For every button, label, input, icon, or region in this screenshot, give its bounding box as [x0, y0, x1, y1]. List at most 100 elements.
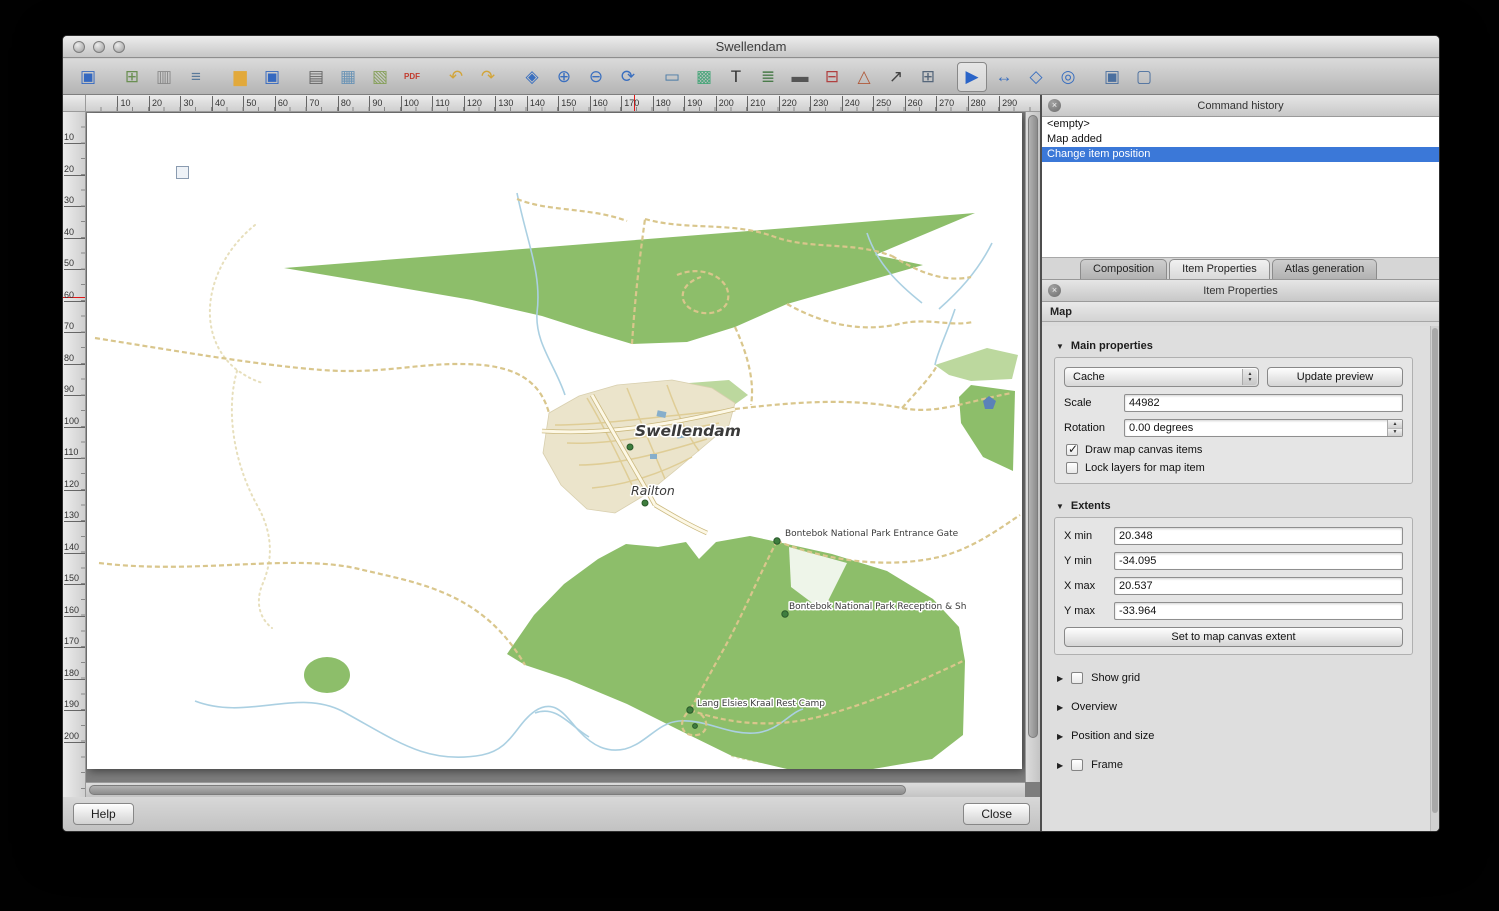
- tab-item-properties[interactable]: Item Properties: [1169, 259, 1270, 279]
- new-composition-button[interactable]: ⊞: [117, 62, 147, 92]
- add-basic-shape-button[interactable]: △: [849, 62, 879, 92]
- vruler-mark-130: 130: [64, 509, 85, 522]
- vertical-scrollbar[interactable]: [1025, 112, 1040, 782]
- chevron-right-icon[interactable]: ▶: [1057, 761, 1063, 770]
- chevron-down-icon[interactable]: ▼: [1056, 502, 1064, 511]
- add-label-button[interactable]: T: [721, 62, 751, 92]
- set-to-map-canvas-extent-button[interactable]: Set to map canvas extent: [1064, 627, 1403, 647]
- export-as-image-button[interactable]: ▦: [333, 62, 363, 92]
- select-move-item-icon: ▶: [965, 68, 978, 85]
- hruler-mark-280: 280: [968, 96, 986, 111]
- chevron-right-icon[interactable]: ▶: [1057, 732, 1063, 741]
- help-button[interactable]: Help: [73, 803, 134, 825]
- panel-scrollbar[interactable]: [1430, 326, 1439, 831]
- hruler-mark-80: 80: [338, 96, 351, 111]
- tab-composition[interactable]: Composition: [1080, 259, 1167, 279]
- zoom-out-button[interactable]: ⊖: [581, 62, 611, 92]
- extent-input-x-max[interactable]: [1114, 577, 1403, 595]
- extent-input-x-min[interactable]: [1114, 527, 1403, 545]
- panel-tabs: CompositionItem PropertiesAtlas generati…: [1042, 258, 1439, 280]
- lock-items-button[interactable]: ▢: [1129, 62, 1159, 92]
- checkbox[interactable]: [1071, 759, 1083, 771]
- add-legend-button[interactable]: ≣: [753, 62, 783, 92]
- add-arrow-button[interactable]: ↗: [881, 62, 911, 92]
- horizontal-scrollbar[interactable]: [86, 782, 1025, 797]
- section-overview[interactable]: ▶Overview: [1057, 701, 1427, 713]
- save-as-template-icon: ▣: [264, 68, 280, 85]
- add-image-button[interactable]: ▩: [689, 62, 719, 92]
- add-scalebar-button[interactable]: ▬: [785, 62, 815, 92]
- refresh-view-button[interactable]: ⟳: [613, 62, 643, 92]
- add-attribute-table-button[interactable]: ⊞: [913, 62, 943, 92]
- history-item[interactable]: <empty>: [1042, 117, 1439, 132]
- horizontal-scrollbar-thumb[interactable]: [89, 785, 906, 795]
- composition-canvas[interactable]: Swellendam Railton Bontebok National Par…: [86, 112, 1040, 797]
- composition-manager-button[interactable]: ≡: [181, 62, 211, 92]
- hruler-mark-150: 150: [558, 96, 576, 111]
- titlebar[interactable]: Swellendam: [63, 36, 1439, 58]
- export-as-pdf-button[interactable]: PDF: [397, 62, 427, 92]
- chevron-down-icon[interactable]: ▼: [1056, 342, 1064, 351]
- duplicate-composition-button[interactable]: ▥: [149, 62, 179, 92]
- horizontal-ruler: 1020304050607080901001101201301401501601…: [86, 95, 1040, 112]
- section-show-grid[interactable]: ▶Show grid: [1057, 672, 1427, 684]
- close-window-button[interactable]: [73, 41, 85, 53]
- vertical-scrollbar-thumb[interactable]: [1028, 115, 1038, 738]
- map-item-preview[interactable]: Swellendam Railton Bontebok National Par…: [87, 113, 1022, 769]
- close-properties-icon[interactable]: ×: [1048, 284, 1061, 297]
- save-as-template-button[interactable]: ▣: [257, 62, 287, 92]
- section-position-and-size[interactable]: ▶Position and size: [1057, 730, 1427, 742]
- extent-label: X max: [1064, 580, 1106, 592]
- extent-input-y-min[interactable]: [1114, 552, 1403, 570]
- select-move-item-button[interactable]: ▶: [957, 62, 987, 92]
- move-item-content-button[interactable]: ↔: [989, 62, 1019, 92]
- section-label: Frame: [1091, 759, 1123, 771]
- zoom-to-item-button[interactable]: ◎: [1053, 62, 1083, 92]
- save-project-button[interactable]: ▣: [73, 62, 103, 92]
- scale-input[interactable]: [1124, 394, 1403, 412]
- checkbox[interactable]: [1071, 672, 1083, 684]
- undo-button[interactable]: ↶: [441, 62, 471, 92]
- close-panel-icon[interactable]: ×: [1048, 99, 1061, 112]
- checkbox[interactable]: [1066, 462, 1078, 474]
- main-properties-group-label[interactable]: ▼ Main properties: [1056, 340, 1427, 352]
- vruler-mark-90: 90: [64, 383, 85, 396]
- zoom-window-button[interactable]: [113, 41, 125, 53]
- composition-paper[interactable]: Swellendam Railton Bontebok National Par…: [87, 113, 1022, 769]
- edit-nodes-item-button[interactable]: ◇: [1021, 62, 1051, 92]
- update-preview-button[interactable]: Update preview: [1267, 367, 1403, 387]
- add-new-map-button[interactable]: ▭: [657, 62, 687, 92]
- close-button[interactable]: Close: [963, 803, 1030, 825]
- history-item[interactable]: Map added: [1042, 132, 1439, 147]
- extent-input-y-max[interactable]: [1114, 602, 1403, 620]
- toolbar-separator: [945, 62, 955, 92]
- add-scalebar-icon: ▬: [792, 68, 809, 85]
- rotation-spinner[interactable]: 0.00 degrees ▲▼: [1124, 419, 1403, 437]
- checkbox[interactable]: [1066, 444, 1078, 456]
- panel-scrollbar-thumb[interactable]: [1432, 328, 1438, 813]
- group-items-button[interactable]: ▣: [1097, 62, 1127, 92]
- extents-group-label[interactable]: ▼ Extents: [1056, 500, 1427, 512]
- tab-atlas-generation[interactable]: Atlas generation: [1272, 259, 1378, 279]
- item-properties-content: ▼ Main properties Cache ▲▼ Update previe…: [1042, 326, 1439, 831]
- minimize-window-button[interactable]: [93, 41, 105, 53]
- chevron-right-icon[interactable]: ▶: [1057, 703, 1063, 712]
- hruler-mark-140: 140: [527, 96, 545, 111]
- history-item[interactable]: Change item position: [1042, 147, 1439, 162]
- zoom-full-button[interactable]: ◈: [517, 62, 547, 92]
- zoom-in-button[interactable]: ⊕: [549, 62, 579, 92]
- remove-item-button[interactable]: ⊟: [817, 62, 847, 92]
- section-frame[interactable]: ▶ Frame: [1057, 759, 1427, 771]
- selected-item-handle[interactable]: [176, 166, 189, 179]
- rotation-label: Rotation: [1064, 422, 1116, 434]
- load-from-template-button[interactable]: ▆: [225, 62, 255, 92]
- print-button[interactable]: ▤: [301, 62, 331, 92]
- redo-button[interactable]: ↷: [473, 62, 503, 92]
- chevron-right-icon[interactable]: ▶: [1057, 674, 1063, 683]
- vruler-mark-170: 170: [64, 635, 85, 648]
- cache-dropdown[interactable]: Cache ▲▼: [1064, 367, 1259, 387]
- extent-label: Y min: [1064, 555, 1106, 567]
- spinner-arrows-icon[interactable]: ▲▼: [1387, 420, 1402, 436]
- export-as-svg-button[interactable]: ▧: [365, 62, 395, 92]
- vruler-mark-100: 100: [64, 415, 85, 428]
